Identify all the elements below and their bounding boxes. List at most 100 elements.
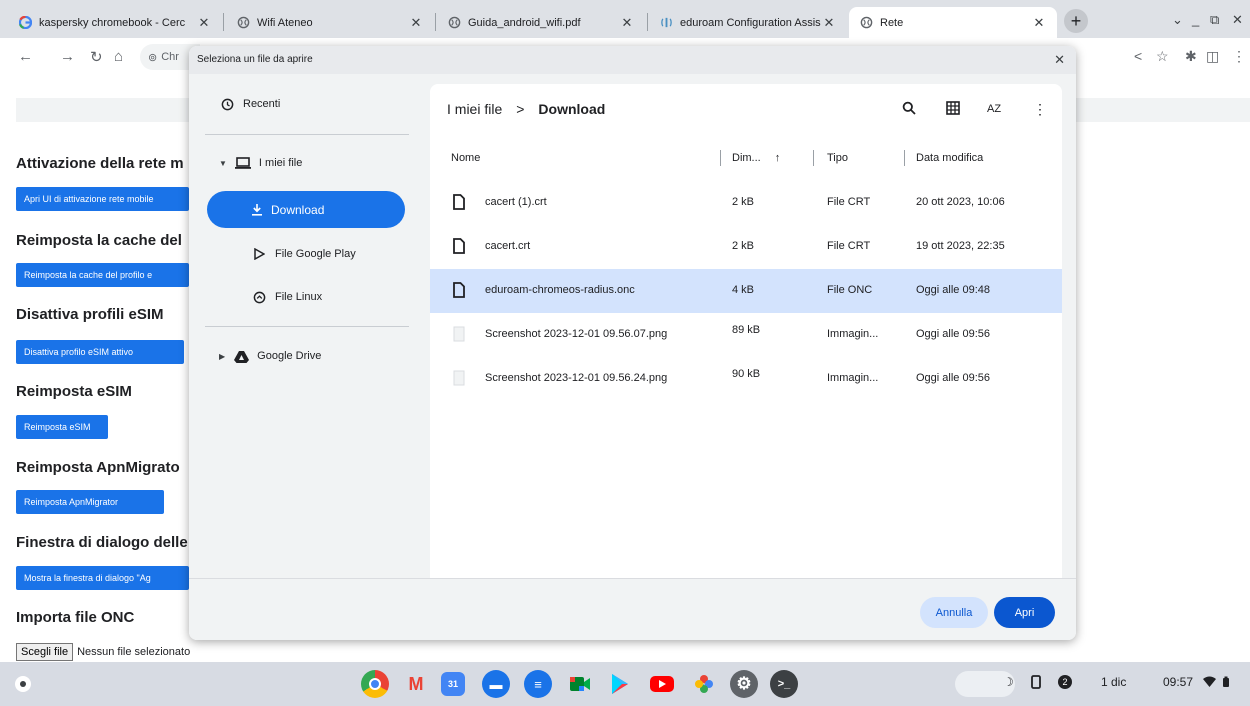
show-dialog-button[interactable]: Mostra la finestra di dialogo "Ag [16, 566, 189, 590]
launcher-button[interactable] [15, 676, 31, 692]
reload-icon[interactable]: ↻ [90, 48, 103, 66]
file-name: Screenshot 2023-12-01 09.56.24.png [485, 372, 668, 384]
breadcrumb-my-files[interactable]: I miei file [447, 101, 502, 117]
cancel-button[interactable]: Annulla [920, 597, 988, 628]
nav-label: I miei file [258, 157, 303, 169]
nav-google-drive[interactable]: ▶ Google Drive [219, 348, 321, 364]
section-heading: Disattiva profili eSIM [16, 306, 164, 323]
file-icon [453, 194, 465, 210]
share-icon[interactable]: < [1134, 48, 1142, 64]
notification-badge[interactable]: 2 [1058, 675, 1072, 689]
disable-esim-button[interactable]: Disattiva profilo eSIM attivo [16, 340, 184, 364]
reset-esim-button[interactable]: Reimposta eSIM [16, 415, 108, 439]
photos-app-icon[interactable] [690, 670, 718, 698]
tab-wifi-ateneo[interactable]: Wifi Ateneo ✕ [226, 7, 434, 38]
file-status-text: Nessun file selezionato [77, 646, 191, 658]
moon-icon[interactable]: ☽ [1003, 675, 1014, 689]
clock-time[interactable]: 09:57 [1163, 675, 1193, 689]
close-icon[interactable]: ✕ [408, 15, 424, 31]
wifi-icon[interactable] [1203, 676, 1216, 690]
back-arrow-icon[interactable]: ← [18, 48, 33, 65]
play-store-app-icon[interactable] [606, 670, 634, 698]
more-options-icon[interactable]: ⋮ [1033, 101, 1047, 118]
battery-icon[interactable] [1222, 676, 1230, 691]
file-row[interactable]: Screenshot 2023-12-01 09.56.07.png 89 kB… [430, 313, 1062, 357]
file-row[interactable]: Screenshot 2023-12-01 09.56.24.png 90 kB… [430, 357, 1062, 401]
extensions-icon[interactable]: ✱ [1185, 48, 1197, 65]
tab-rete[interactable]: Rete ✕ [849, 7, 1057, 38]
close-icon[interactable]: ✕ [1031, 15, 1047, 31]
nav-recent[interactable]: Recenti [219, 96, 280, 112]
download-icon [251, 203, 263, 216]
choose-file-button[interactable]: Scegli file [16, 643, 74, 661]
meet-app-icon[interactable] [566, 670, 594, 698]
open-button[interactable]: Apri [994, 597, 1055, 628]
new-tab-button[interactable]: + [1064, 9, 1088, 33]
close-icon[interactable]: ✕ [619, 15, 635, 31]
gmail-app-icon[interactable]: M [402, 670, 430, 698]
tab-search-chevron-icon[interactable]: ⌄ [1172, 12, 1183, 28]
file-type: File ONC [827, 284, 873, 296]
open-mobile-ui-button[interactable]: Apri UI di attivazione rete mobile [16, 187, 189, 211]
file-open-dialog: Seleziona un file da aprire ✕ Recenti ▼ … [189, 46, 1076, 640]
minimize-icon[interactable]: _ [1192, 12, 1199, 27]
file-row-selected[interactable]: eduroam-chromeos-radius.onc 4 kB File ON… [430, 269, 1062, 313]
file-nav: Recenti ▼ I miei file Download File Goog… [189, 74, 429, 578]
dialog-close-icon[interactable]: ✕ [1054, 52, 1065, 68]
close-icon[interactable]: ✕ [821, 15, 837, 31]
eduroam-icon [659, 16, 673, 30]
settings-app-icon[interactable]: ⚙ [730, 670, 758, 698]
column-name[interactable]: Nome [451, 142, 480, 174]
file-name: Screenshot 2023-12-01 09.56.07.png [485, 328, 668, 340]
shelf: M 31 ▬ ≡ ⚙ >_ ☽ 2 1 dic 09:57 [0, 662, 1250, 706]
tab-strip: kaspersky chromebook - Cerc ✕ Wifi Atene… [0, 0, 1250, 38]
tab-kaspersky[interactable]: kaspersky chromebook - Cerc ✕ [8, 7, 222, 38]
nav-download[interactable]: Download [207, 191, 405, 228]
file-row[interactable]: cacert (1).crt 2 kB File CRT 20 ott 2023… [430, 181, 1062, 225]
file-size: 2 kB [732, 196, 755, 208]
home-icon[interactable]: ⌂ [114, 48, 123, 65]
caret-right-icon[interactable]: ▶ [219, 352, 225, 361]
breadcrumb-separator: > [516, 101, 525, 117]
file-modified: 20 ott 2023, 10:06 [916, 196, 1005, 208]
file-name: cacert.crt [485, 240, 531, 252]
window-close-icon[interactable]: ✕ [1232, 12, 1243, 28]
date-label[interactable]: 1 dic [1101, 675, 1126, 689]
reset-profile-cache-button[interactable]: Reimposta la cache del profilo e [16, 263, 189, 287]
nav-linux[interactable]: File Linux [251, 289, 322, 305]
file-modified: 19 ott 2023, 22:35 [916, 240, 1005, 252]
tab-guida-pdf[interactable]: Guida_android_wifi.pdf ✕ [437, 7, 645, 38]
nav-google-play[interactable]: File Google Play [251, 246, 356, 262]
close-icon[interactable]: ✕ [196, 15, 212, 31]
column-modified[interactable]: Data modifica [916, 142, 983, 174]
forward-arrow-icon[interactable]: → [60, 48, 75, 65]
file-row[interactable]: cacert.crt 2 kB File CRT 19 ott 2023, 22… [430, 225, 1062, 269]
files-app-icon[interactable]: ▬ [482, 670, 510, 698]
breadcrumb-download: Download [538, 101, 606, 117]
globe-icon [447, 16, 461, 30]
tab-title: Guida_android_wifi.pdf [468, 16, 581, 29]
nav-label: Recenti [243, 98, 281, 110]
messages-app-icon[interactable]: ≡ [524, 670, 552, 698]
file-type: Immagin... [827, 328, 879, 340]
more-menu-icon[interactable]: ⋮ [1232, 48, 1246, 65]
reset-apnmigrator-button[interactable]: Reimposta ApnMigrator [16, 490, 164, 514]
caret-down-icon[interactable]: ▼ [219, 159, 227, 168]
section-heading: Finestra di dialogo delle [16, 534, 188, 551]
chrome-app-icon[interactable] [361, 670, 389, 698]
terminal-app-icon[interactable]: >_ [770, 670, 798, 698]
bookmark-star-icon[interactable]: ☆ [1156, 48, 1169, 65]
sort-az-icon[interactable]: AZ [987, 103, 1001, 115]
column-type[interactable]: Tipo [827, 142, 848, 174]
restore-icon[interactable]: ⧉ [1210, 12, 1219, 28]
tab-eduroam[interactable]: eduroam Configuration Assis ✕ [649, 7, 847, 38]
column-size[interactable]: Dim... ↑ [732, 142, 780, 174]
file-icon [453, 282, 465, 298]
calendar-app-icon[interactable]: 31 [441, 672, 465, 696]
youtube-app-icon[interactable] [648, 670, 676, 698]
grid-view-icon[interactable] [946, 101, 960, 118]
nav-my-files[interactable]: ▼ I miei file [219, 155, 302, 171]
search-icon[interactable] [902, 101, 916, 118]
side-panel-icon[interactable]: ◫ [1206, 48, 1219, 65]
phone-hub-icon[interactable] [1031, 675, 1041, 692]
